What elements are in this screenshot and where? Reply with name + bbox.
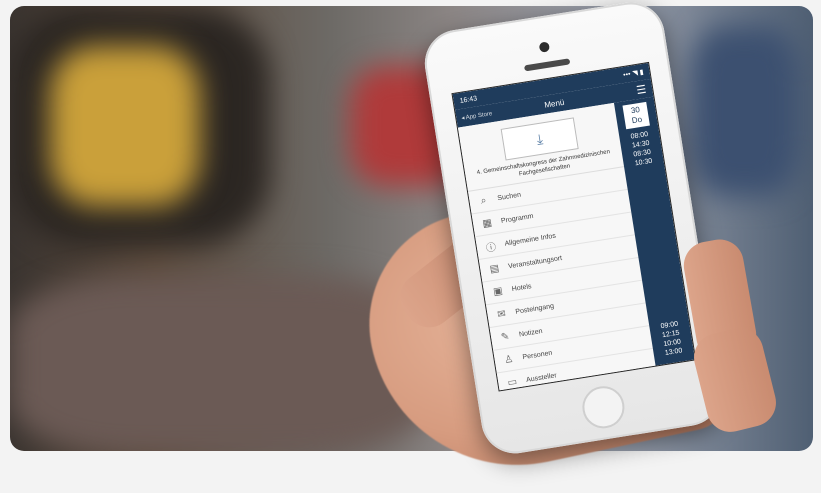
menu-item-label: Allgemeine Infos <box>504 232 557 248</box>
blurred-billboard-right <box>690 26 800 196</box>
info-icon: ⓘ <box>485 241 497 255</box>
venue-icon: ▤ <box>488 262 500 275</box>
front-camera <box>538 41 551 53</box>
speaker-grille <box>523 58 571 72</box>
menu-item-label: Veranstaltungsort <box>507 254 563 270</box>
menu-item-label: Notizen <box>518 327 544 339</box>
persons-icon: ♙ <box>503 353 515 366</box>
menu-item-label: Personen <box>522 349 553 361</box>
day-badge[interactable]: 30 Do <box>622 101 650 130</box>
blurred-yellow-light <box>50 46 200 206</box>
hamburger-icon[interactable]: ☰ <box>635 82 648 96</box>
times-bottom: 09:00 12:15 10:00 13:00 <box>649 318 694 360</box>
day-label: Do <box>631 114 643 126</box>
menu-item-label: Aussteller <box>525 371 558 384</box>
exhibitor-icon: ▭ <box>506 376 518 389</box>
notes-icon: ✎ <box>500 330 511 343</box>
inbox-icon: ✉ <box>496 307 507 321</box>
search-icon: ⌕ <box>479 194 488 207</box>
home-button[interactable] <box>579 383 628 432</box>
status-signal: ••• ◥ ▮ <box>622 68 645 80</box>
blurred-street <box>10 276 430 451</box>
phone-screen: 16:43 ••• ◥ ▮ ◂ App Store Menü ☰ ⤓ 4. Ge… <box>451 61 697 392</box>
menu-item-label: Posteingang <box>514 302 555 316</box>
menu-item-label: Programm <box>500 212 534 225</box>
back-link[interactable]: ◂ App Store <box>461 110 493 122</box>
menu-item-label: Suchen <box>496 191 522 202</box>
times-top: 08:00 14:30 08:30 10:30 <box>619 128 664 170</box>
program-icon: ▦ <box>481 217 493 230</box>
menu-item-label: Hotels <box>511 282 532 293</box>
status-time: 16:43 <box>459 94 478 105</box>
hotel-icon: ▣ <box>492 285 504 298</box>
nav-title: Menü <box>543 97 565 110</box>
